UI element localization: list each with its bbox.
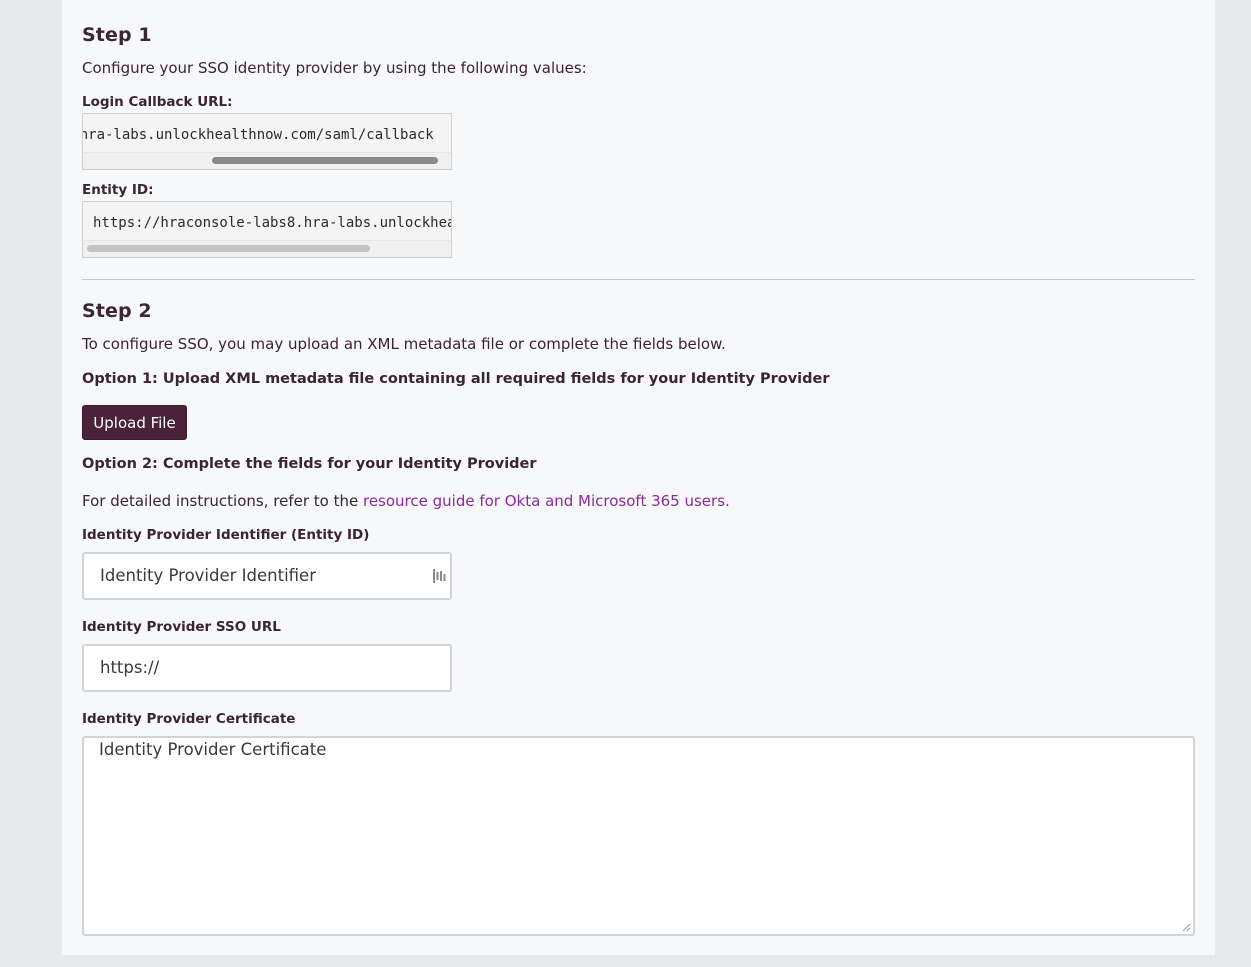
entity-id-scroll-thumb[interactable] [87, 245, 370, 252]
sso-url-value: https:// [100, 658, 160, 677]
step2-description: To configure SSO, you may upload an XML … [82, 335, 726, 353]
entity-id-label: Entity ID: [82, 182, 154, 198]
entity-id-value: https://hraconsole-labs8.hra-labs.unlock… [93, 215, 451, 231]
entity-id-scrollbar[interactable] [83, 240, 451, 257]
section-divider [82, 279, 1195, 280]
password-manager-icon[interactable] [432, 568, 446, 584]
callback-url-value: https://hraconsole-labs8.hra-labs.unlock… [83, 127, 434, 143]
instructions-prefix: For detailed instructions, refer to the [82, 492, 363, 510]
step1-description: Configure your SSO identity provider by … [82, 59, 587, 77]
step1-title: Step 1 [82, 24, 152, 46]
option2-label: Option 2: Complete the fields for your I… [82, 456, 537, 472]
step2-title: Step 2 [82, 300, 152, 322]
certificate-textarea[interactable]: Identity Provider Certificate [82, 736, 1195, 936]
identifier-input[interactable]: Identity Provider Identifier [82, 552, 452, 600]
resize-grip-icon[interactable] [1182, 923, 1191, 932]
callback-url-label: Login Callback URL: [82, 94, 233, 110]
instructions-text: For detailed instructions, refer to the … [82, 492, 730, 510]
sso-config-panel: Step 1 Configure your SSO identity provi… [62, 0, 1215, 955]
resource-guide-link[interactable]: resource guide for Okta and Microsoft 36… [363, 492, 730, 510]
sso-url-input[interactable]: https:// [82, 644, 452, 692]
certificate-placeholder: Identity Provider Certificate [99, 740, 327, 759]
certificate-label: Identity Provider Certificate [82, 711, 296, 727]
sso-url-label: Identity Provider SSO URL [82, 619, 281, 635]
upload-file-button[interactable]: Upload File [82, 405, 187, 440]
callback-url-scroll-thumb[interactable] [212, 157, 438, 164]
entity-id-box[interactable]: https://hraconsole-labs8.hra-labs.unlock… [82, 201, 452, 258]
option1-label: Option 1: Upload XML metadata file conta… [82, 371, 830, 387]
callback-url-box[interactable]: https://hraconsole-labs8.hra-labs.unlock… [82, 113, 452, 170]
identifier-placeholder: Identity Provider Identifier [100, 566, 316, 585]
callback-url-scrollbar[interactable] [83, 152, 451, 169]
identifier-label: Identity Provider Identifier (Entity ID) [82, 527, 370, 543]
